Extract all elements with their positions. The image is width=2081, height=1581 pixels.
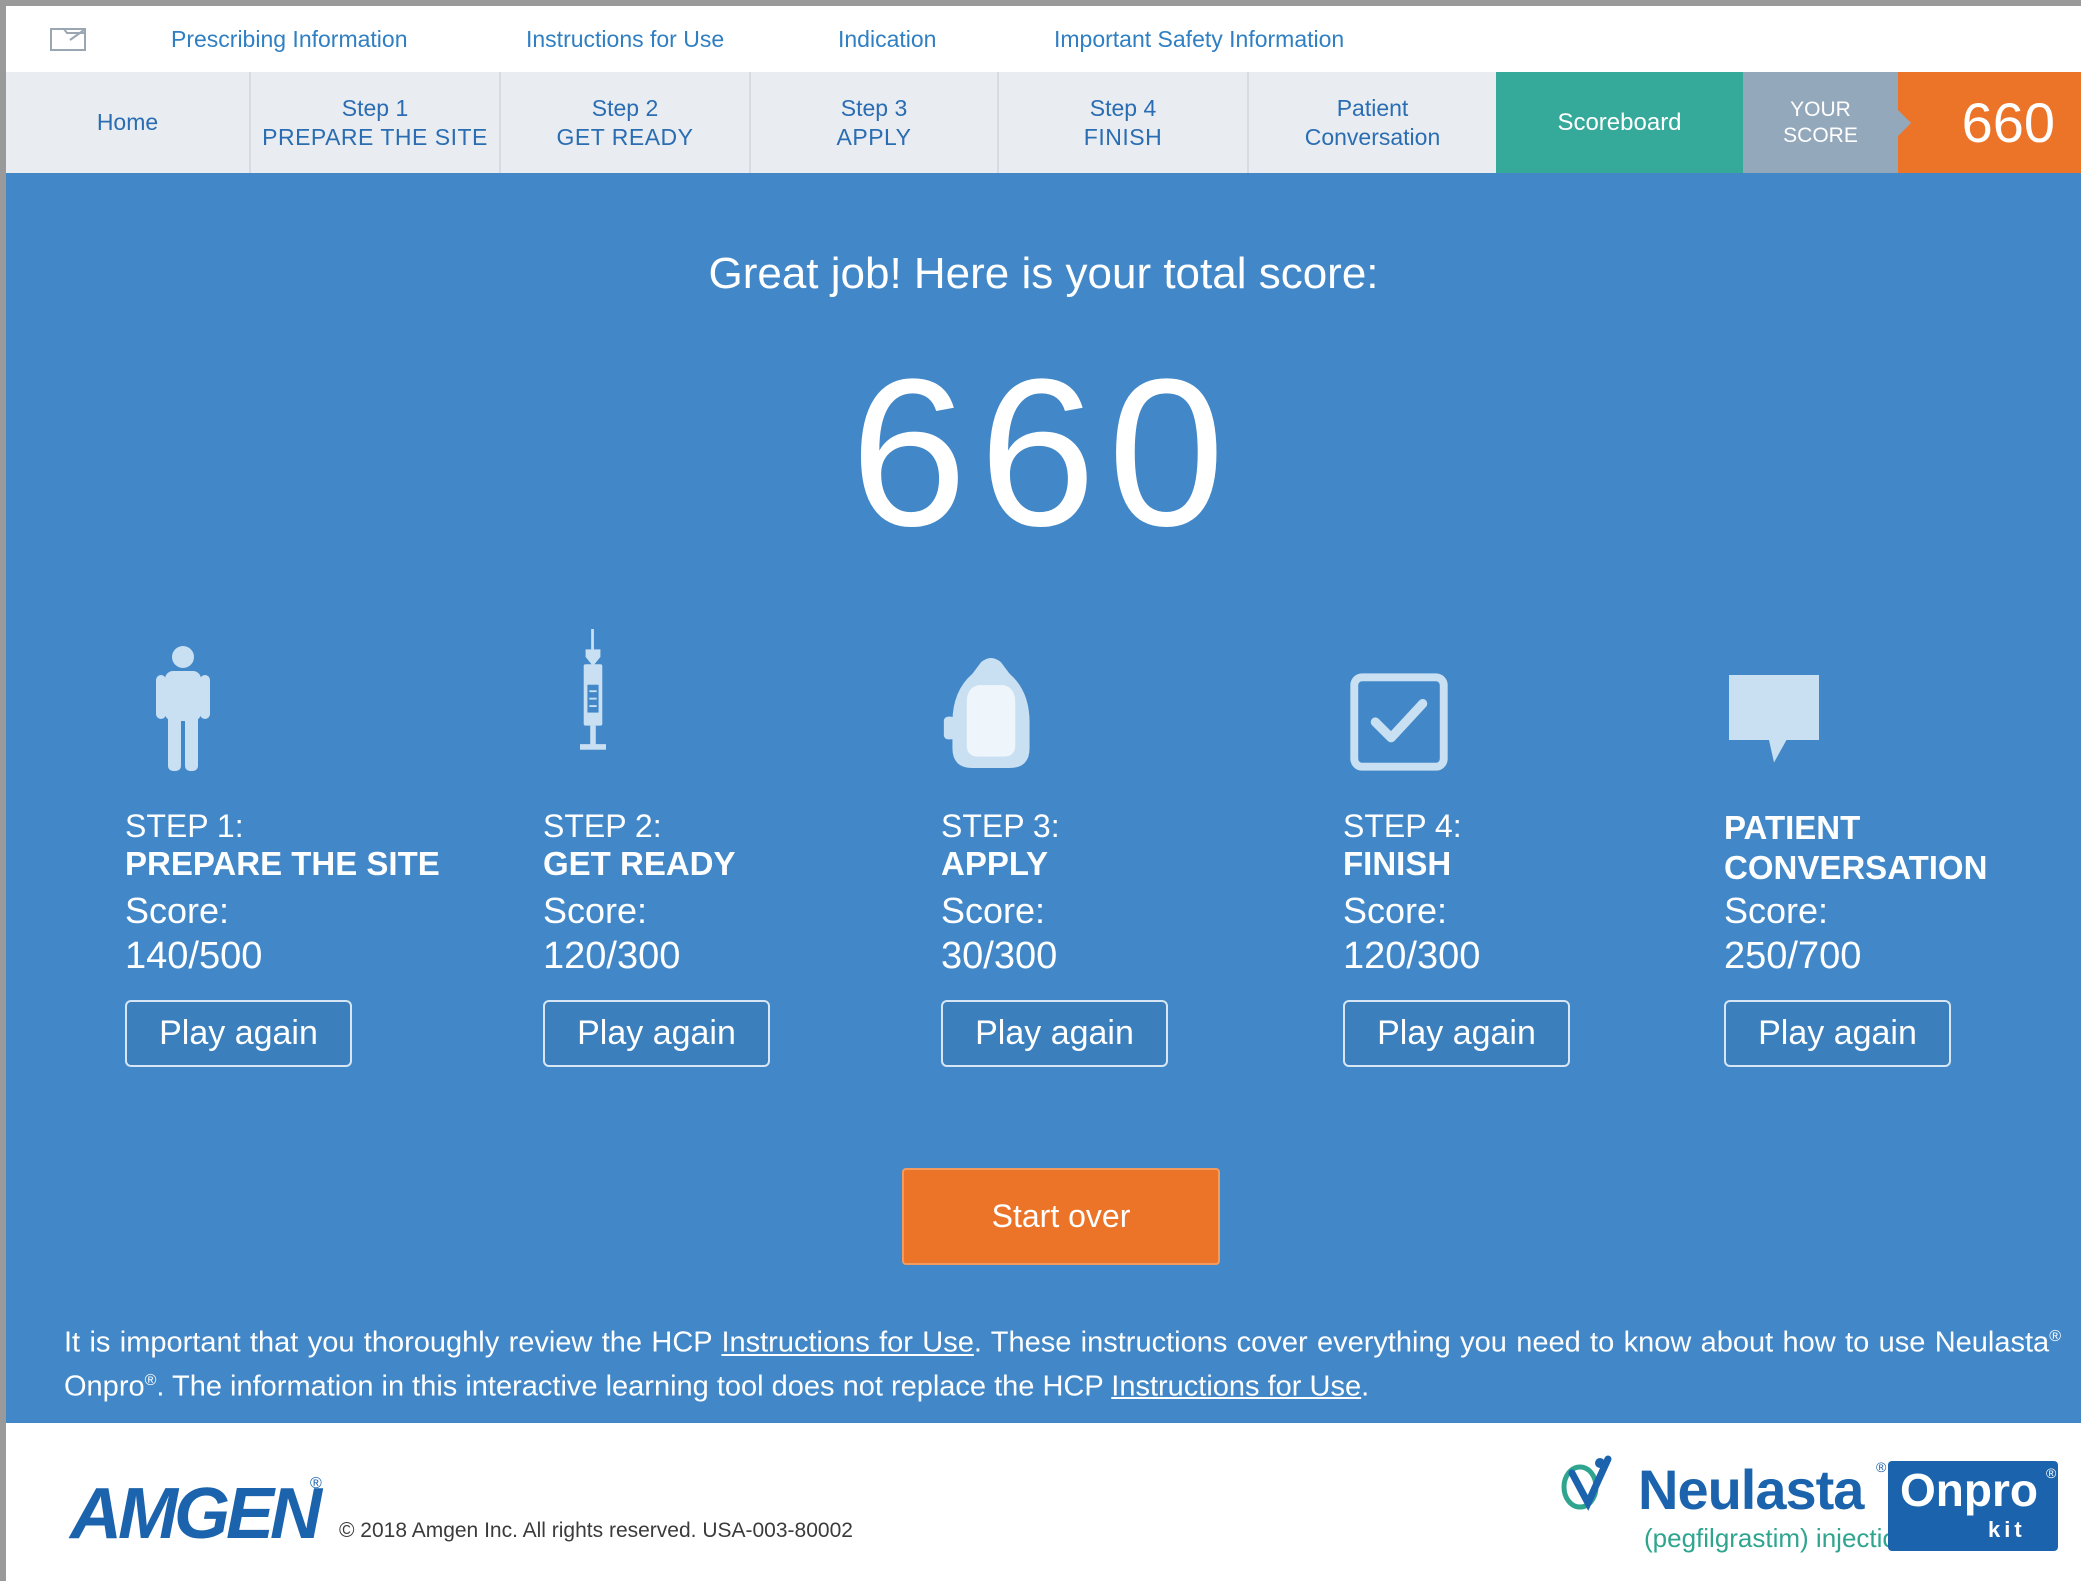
instructions-for-use-inline-link-2[interactable]: Instructions for Use xyxy=(1111,1370,1361,1402)
nav-home-label: Home xyxy=(96,109,159,135)
disclaimer-part2: . These instructions cover everything yo… xyxy=(973,1326,2050,1359)
step-4-pre: STEP 4: xyxy=(1343,808,1462,844)
nav-scoreboard-label: Scoreboard xyxy=(1557,108,1682,136)
nav-scoreboard[interactable]: Scoreboard xyxy=(1496,72,1743,173)
nav-step-4-line2: FINISH xyxy=(1083,123,1163,150)
checkbox-icon xyxy=(1350,673,1448,771)
nav-step-4[interactable]: Step 4 FINISH xyxy=(999,72,1249,173)
neulasta-registered-mark: ® xyxy=(1876,1459,1887,1475)
disclaimer-part5: . xyxy=(1361,1370,1370,1403)
instructions-for-use-link[interactable]: Instructions for Use xyxy=(526,26,724,53)
your-score-line2: SCORE xyxy=(1783,123,1858,147)
injector-icon xyxy=(943,658,1030,768)
step-2-title: GET READY xyxy=(543,845,736,882)
step-3-title: APPLY xyxy=(941,845,1048,882)
top-links-bar: Prescribing Information Instructions for… xyxy=(6,6,2081,72)
nav-patient-line1: Patient xyxy=(1336,94,1409,121)
patient-play-again-button[interactable]: Play again xyxy=(1724,1000,1951,1067)
patient-score-label: Score: xyxy=(1724,890,1829,931)
neulasta-brand: Neulasta xyxy=(1638,1458,1864,1521)
important-safety-information-link[interactable]: Important Safety Information xyxy=(1054,26,1344,53)
amgen-registered-mark: ® xyxy=(310,1475,322,1492)
patient-title: PATIENT CONVERSATION xyxy=(1724,808,1987,888)
onpro-badge: Onpro ® kit xyxy=(1888,1461,2058,1551)
total-score: 660 xyxy=(850,335,1237,570)
step-1-title: PREPARE THE SITE xyxy=(125,845,440,882)
scoreboard-panel: Great job! Here is your total score: 660… xyxy=(6,173,2081,1423)
score-headline: Great job! Here is your total score: xyxy=(708,249,1379,298)
step-2-score: 120/300 xyxy=(543,935,681,977)
nav-step-2-line1: Step 2 xyxy=(591,94,659,121)
step-3-score-label: Score: xyxy=(941,890,1046,931)
onpro-brand: Onpro xyxy=(1900,1464,2038,1516)
prescribing-information-link[interactable]: Prescribing Information xyxy=(171,26,408,53)
step-1-score-label: Score: xyxy=(125,890,230,931)
instructions-for-use-inline-link-1[interactable]: Instructions for Use xyxy=(721,1327,973,1359)
score-arrow-icon xyxy=(1898,110,1911,136)
patient-title-line1: PATIENT xyxy=(1724,809,1861,846)
registered-mark-2: ® xyxy=(144,1371,157,1389)
nav-bar: Home Step 1 PREPARE THE SITE Step 2 GET … xyxy=(6,72,2081,173)
nav-step-2-line2: GET READY xyxy=(556,123,694,150)
disclaimer-part1: It is important that you thoroughly revi… xyxy=(64,1326,722,1359)
nav-patient-line2: Conversation xyxy=(1304,123,1441,150)
nav-patient-conversation[interactable]: Patient Conversation xyxy=(1249,72,1496,173)
step-2-score-label: Score: xyxy=(543,890,648,931)
footer: AMGEN ® © 2018 Amgen Inc. All rights res… xyxy=(6,1423,2081,1581)
patient-score: 250/700 xyxy=(1724,935,1862,977)
your-score-line1: YOUR xyxy=(1790,97,1851,121)
your-score-value: 660 xyxy=(1898,72,2081,173)
step-2-pre: STEP 2: xyxy=(543,808,662,844)
step-1-pre: STEP 1: xyxy=(125,808,244,844)
nav-step-1-line2: PREPARE THE SITE xyxy=(262,123,488,150)
neulasta-onpro-logo: Neulasta ® (pegfilgrastim) injection Onp… xyxy=(1558,1453,2058,1563)
amgen-logo: AMGEN xyxy=(70,1474,322,1554)
person-icon xyxy=(156,646,210,771)
nav-step-3-line1: Step 3 xyxy=(840,94,908,121)
nav-step-3[interactable]: Step 3 APPLY xyxy=(751,72,999,173)
disclaimer-part3: Onpro xyxy=(64,1370,145,1403)
step-4-score: 120/300 xyxy=(1343,935,1481,977)
copyright-text: © 2018 Amgen Inc. All rights reserved. U… xyxy=(339,1519,853,1542)
disclaimer-text: It is important that you thoroughly revi… xyxy=(64,1318,2061,1405)
onpro-registered-mark: ® xyxy=(2046,1465,2057,1481)
step-3-score: 30/300 xyxy=(941,935,1058,977)
speech-bubble-icon xyxy=(1729,675,1819,763)
step-4-play-again-button[interactable]: Play again xyxy=(1343,1000,1570,1067)
nav-step-1[interactable]: Step 1 PREPARE THE SITE xyxy=(251,72,501,173)
registered-mark-1: ® xyxy=(2049,1328,2061,1345)
step-4-score-label: Score: xyxy=(1343,890,1448,931)
nav-step-1-line1: Step 1 xyxy=(341,94,409,121)
disclaimer-part4: . The information in this interactive le… xyxy=(156,1370,1112,1403)
neulasta-logo-icon xyxy=(1561,1455,1612,1511)
indication-link[interactable]: Indication xyxy=(838,26,936,53)
step-3-pre: STEP 3: xyxy=(941,808,1060,844)
step-1-play-again-button[interactable]: Play again xyxy=(125,1000,352,1067)
syringe-icon xyxy=(580,629,606,750)
nav-step-4-line1: Step 4 xyxy=(1089,94,1157,121)
document-icon[interactable] xyxy=(50,26,88,52)
step-3-play-again-button[interactable]: Play again xyxy=(941,1000,1168,1067)
step-1-score: 140/500 xyxy=(125,935,263,977)
step-2-play-again-button[interactable]: Play again xyxy=(543,1000,770,1067)
nav-step-2[interactable]: Step 2 GET READY xyxy=(501,72,751,173)
onpro-kit-label: kit xyxy=(1988,1517,2026,1542)
your-score-label: YOUR SCORE xyxy=(1743,72,1898,173)
start-over-button[interactable]: Start over xyxy=(902,1168,1220,1265)
nav-step-3-line2: APPLY xyxy=(836,123,912,150)
neulasta-subtitle: (pegfilgrastim) injection xyxy=(1644,1523,1912,1553)
nav-home[interactable]: Home xyxy=(6,72,251,173)
patient-title-line2: CONVERSATION xyxy=(1724,849,1988,886)
step-4-title: FINISH xyxy=(1343,845,1452,882)
